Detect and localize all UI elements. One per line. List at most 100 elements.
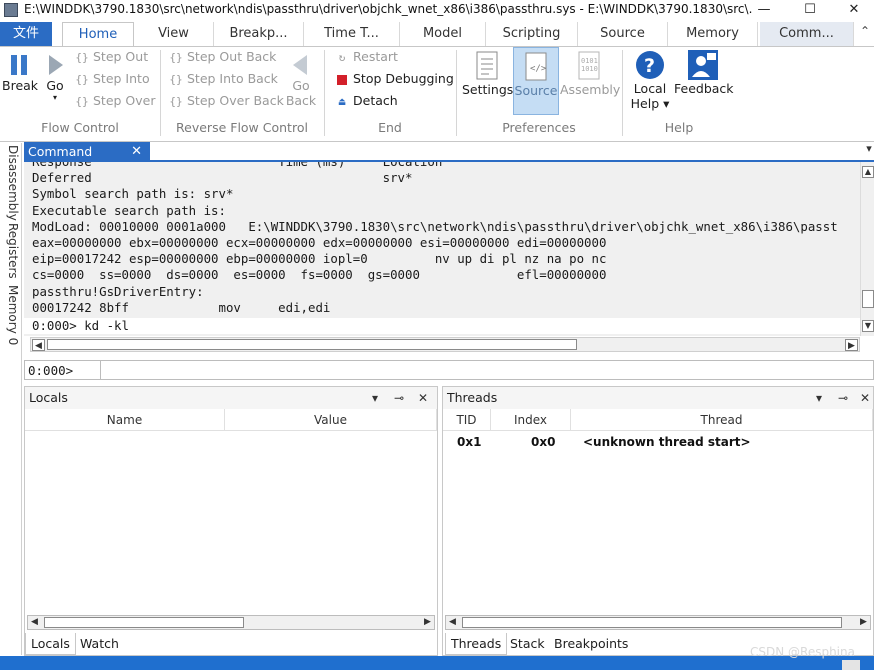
pin-icon[interactable]: ⊸ (835, 387, 851, 409)
close-window-button[interactable]: ✕ (832, 0, 874, 22)
scroll-thumb[interactable] (462, 617, 842, 628)
scroll-left-icon[interactable]: ◀ (28, 616, 41, 629)
column-header-index[interactable]: Index (491, 409, 571, 431)
tab-disassembly[interactable]: Disassembly (2, 145, 20, 221)
scroll-left-icon[interactable]: ◀ (446, 616, 459, 629)
go-back-button[interactable]: Go Back (284, 52, 318, 108)
tab-memory[interactable]: Memory (668, 22, 758, 46)
tab-locals[interactable]: Locals (25, 633, 76, 655)
scroll-right-icon[interactable]: ▶ (845, 339, 858, 351)
step-into-back-icon: {} (169, 73, 183, 86)
svg-text:</>: </> (530, 64, 547, 74)
output-line: Response Time (ms) Location (32, 162, 860, 170)
source-button[interactable]: </> Source (513, 47, 559, 115)
tab-breakpoints[interactable]: Breakp... (214, 22, 304, 46)
play-back-icon (293, 55, 307, 75)
file-menu-tab[interactable]: 文件 (0, 22, 52, 46)
go-dropdown-icon[interactable]: ▾ (40, 93, 70, 103)
window-title: E:\WINDDK\3790.1830\src\network\ndis\pas… (24, 2, 752, 16)
step-over-back-button[interactable]: {} Step Over Back (168, 91, 284, 111)
stop-debugging-button[interactable]: Stop Debugging (334, 69, 454, 89)
tab-source[interactable]: Source (578, 22, 668, 46)
tab-breakpoints-panel[interactable]: Breakpoints (549, 633, 633, 655)
scroll-right-icon[interactable]: ▶ (421, 616, 434, 629)
feedback-icon (688, 50, 718, 80)
output-line: 00017242 8bff mov edi,edi (32, 299, 331, 315)
tab-scripting[interactable]: Scripting (486, 22, 578, 46)
stop-debugging-label: Stop Debugging (353, 71, 454, 86)
scroll-down-icon[interactable]: ▼ (862, 320, 874, 332)
command-vertical-scrollbar[interactable]: ▲ ▼ (860, 162, 874, 336)
step-into-back-button[interactable]: {} Step Into Back (168, 69, 278, 89)
collapse-ribbon-button[interactable]: ⌃ (856, 24, 874, 44)
scroll-right-icon[interactable]: ▶ (857, 616, 870, 629)
tab-command[interactable]: Comm... (760, 22, 854, 46)
reverse-flow-group-label: Reverse Flow Control (176, 120, 308, 135)
eject-icon: ⏏ (338, 95, 346, 108)
threads-horizontal-scrollbar[interactable]: ◀ ▶ (445, 615, 871, 630)
settings-button[interactable]: Settings (462, 50, 513, 97)
column-header-value[interactable]: Value (225, 409, 437, 431)
tab-model[interactable]: Model (400, 22, 486, 46)
close-icon[interactable]: ✕ (857, 387, 873, 409)
output-line: passthru!GsDriverEntry: (32, 283, 204, 299)
tab-list-menu-icon[interactable]: ▾ (864, 142, 874, 160)
scroll-thumb[interactable] (44, 617, 244, 628)
column-header-thread[interactable]: Thread (571, 409, 873, 431)
resize-grip-icon[interactable] (842, 660, 860, 670)
minimize-button[interactable]: — (742, 0, 786, 22)
output-line: cs=0000 ss=0000 ds=0000 es=0000 fs=0000 … (32, 267, 607, 283)
tab-stack[interactable]: Stack (505, 633, 550, 655)
step-over-label: Step Over (93, 93, 156, 108)
tab-threads[interactable]: Threads (445, 633, 508, 655)
step-over-button[interactable]: {} Step Over (74, 91, 156, 111)
step-out-back-button[interactable]: {} Step Out Back (168, 47, 276, 67)
restart-button[interactable]: ↻ Restart (334, 47, 398, 67)
threads-title: Threads (447, 390, 498, 405)
restart-icon: ↻ (338, 51, 346, 64)
go-button[interactable]: Go ▾ (40, 52, 70, 103)
scroll-thumb[interactable] (47, 339, 577, 350)
close-icon[interactable]: ✕ (131, 142, 142, 161)
maximize-button[interactable]: ☐ (788, 0, 832, 22)
prompt-divider (100, 361, 101, 379)
local-help-button[interactable]: ? Local Help ▾ (628, 49, 672, 111)
scroll-thumb[interactable] (862, 290, 874, 308)
command-horizontal-scrollbar[interactable]: ◀ ▶ (30, 337, 860, 352)
assembly-button[interactable]: 0101 1010 Assembly (560, 50, 621, 97)
tab-time-travel[interactable]: Time T... (304, 22, 400, 46)
command-output: Response Time (ms) Location Deferred srv… (24, 162, 860, 336)
tab-watch[interactable]: Watch (75, 633, 124, 655)
pin-icon[interactable]: ⊸ (391, 387, 407, 409)
step-over-back-icon: {} (169, 95, 183, 108)
column-header-tid[interactable]: TID (443, 409, 491, 431)
break-button[interactable]: Break (2, 52, 38, 93)
step-over-back-label: Step Over Back (187, 93, 284, 108)
tab-view[interactable]: View (134, 22, 214, 46)
locals-horizontal-scrollbar[interactable]: ◀ ▶ (27, 615, 435, 630)
locals-title: Locals (29, 390, 68, 405)
step-out-back-icon: {} (169, 51, 183, 64)
step-into-back-label: Step Into Back (187, 71, 278, 86)
scroll-left-icon[interactable]: ◀ (32, 339, 45, 351)
output-line: Deferred srv* (32, 170, 413, 186)
tab-memory-0[interactable]: Memory 0 (2, 285, 20, 345)
step-out-button[interactable]: {} Step Out (74, 47, 148, 67)
feedback-button[interactable]: Feedback (674, 49, 734, 96)
panel-menu-icon[interactable]: ▾ (811, 387, 827, 409)
detach-button[interactable]: ⏏ Detach (334, 91, 398, 111)
panel-menu-icon[interactable]: ▾ (367, 387, 383, 409)
column-header-name[interactable]: Name (25, 409, 225, 431)
go-back-label-line1: Go (292, 78, 310, 93)
step-into-button[interactable]: {} Step Into (74, 69, 149, 89)
threads-panel: Threads ▾ ⊸ ✕ TID Index Thread 0x1 0x0 <… (442, 386, 874, 656)
scroll-up-icon[interactable]: ▲ (862, 166, 874, 178)
assembly-label: Assembly (560, 82, 621, 97)
close-icon[interactable]: ✕ (415, 387, 431, 409)
output-line: Symbol search path is: srv* (32, 186, 234, 202)
command-window-tab[interactable]: Command ✕ (24, 142, 150, 161)
source-label: Source (514, 83, 558, 98)
tab-registers[interactable]: Registers (2, 223, 20, 279)
command-input[interactable]: 0:000> (24, 360, 874, 380)
tab-home[interactable]: Home (62, 22, 134, 46)
